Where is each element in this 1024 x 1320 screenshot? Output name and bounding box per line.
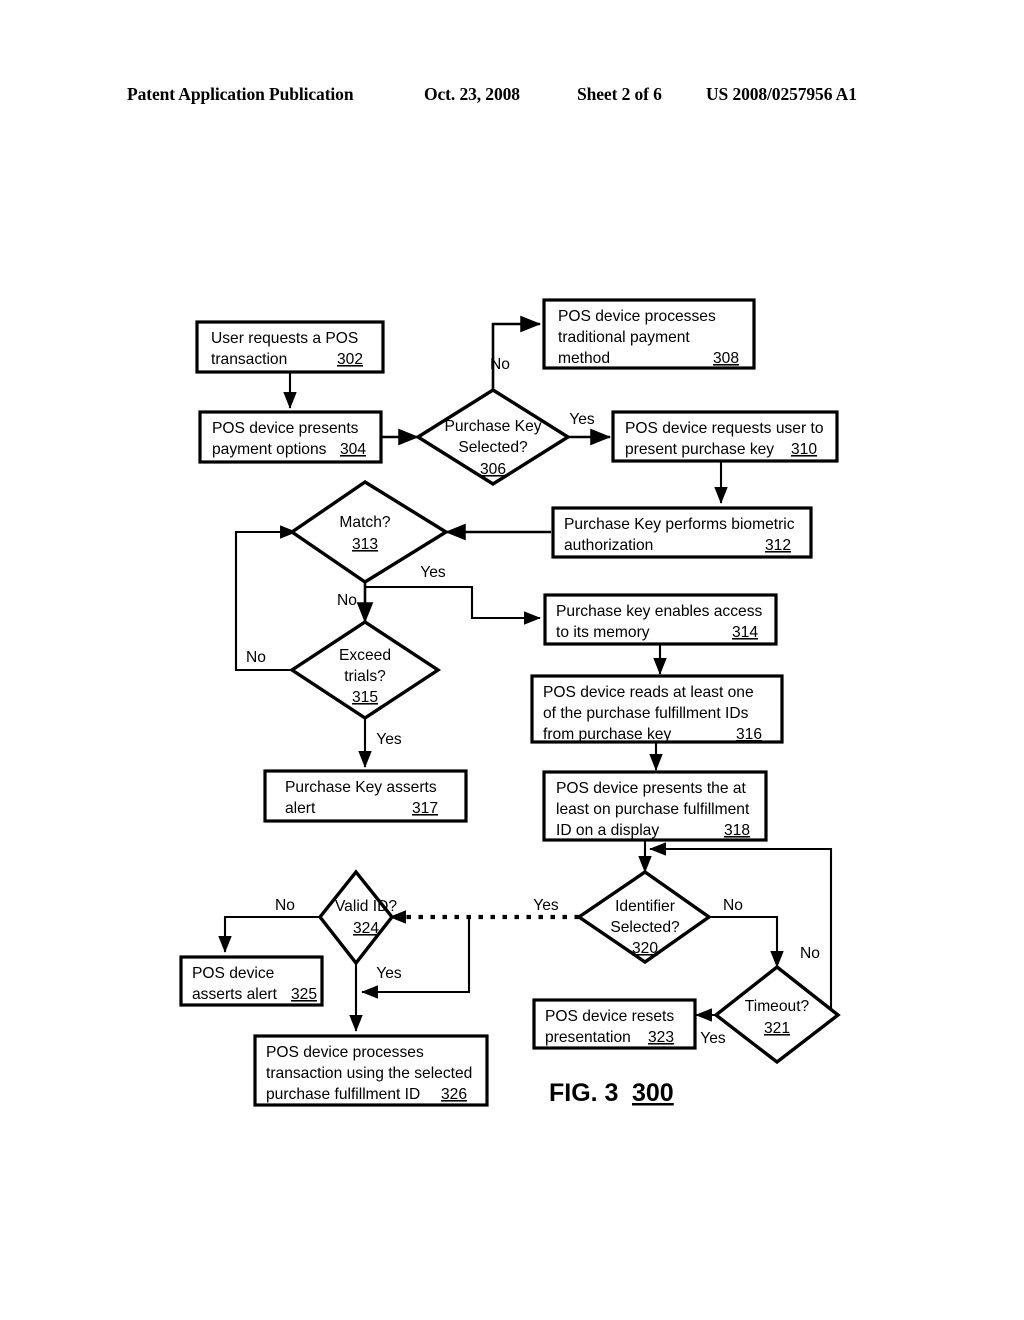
- node-323-line-2: presentation: [545, 1029, 631, 1046]
- node-325-line-1: POS device: [192, 965, 274, 982]
- edge-313-yes-to-314: [366, 585, 541, 625]
- node-315-exceed-trials: Exceed trials? 315: [288, 619, 442, 721]
- node-314-purchase-key-enables-memory-access: Purchase key enables access to its memor…: [543, 593, 778, 646]
- node-321-timeout: Timeout? 321: [713, 964, 841, 1065]
- node-313-ref: 313: [352, 536, 378, 553]
- node-308-line-1: POS device processes: [558, 308, 716, 325]
- figure-ref-number: 300: [632, 1079, 674, 1107]
- node-302-ref: 302: [337, 351, 363, 368]
- node-313-line-1: Match?: [339, 514, 390, 531]
- node-312-ref: 312: [765, 537, 791, 554]
- node-323-pos-device-resets-presentation: POS device resets presentation 323: [532, 998, 697, 1050]
- node-312-line-2: authorization: [564, 537, 653, 554]
- node-312-line-1: Purchase Key performs biometric: [564, 516, 795, 533]
- node-315-line-2: trials?: [344, 668, 386, 685]
- node-304-line-1: POS device presents: [212, 420, 359, 437]
- edge-315-no-to-313: [234, 525, 297, 672]
- node-317-purchase-key-asserts-alert: Purchase Key asserts alert 317: [263, 769, 468, 823]
- node-326-pos-device-processes-transaction: POS device processes transaction using t…: [253, 1034, 489, 1107]
- node-321-ref: 321: [764, 1020, 790, 1037]
- edge-label-320-yes: Yes: [533, 897, 559, 914]
- edge-label-313-no: No: [337, 592, 357, 609]
- node-323-ref: 323: [648, 1029, 674, 1046]
- edge-label-306-yes: Yes: [569, 411, 595, 428]
- edge-label-306-no: No: [490, 356, 510, 373]
- node-320-line-1: Identifier: [615, 898, 675, 915]
- node-317-line-1: Purchase Key asserts: [285, 779, 437, 796]
- edge-label-324-no: No: [275, 897, 295, 914]
- node-320-line-2: Selected?: [610, 919, 680, 936]
- node-323-line-1: POS device resets: [545, 1008, 674, 1025]
- node-314-ref: 314: [732, 624, 758, 641]
- edge-label-313-yes: Yes: [420, 564, 446, 581]
- node-302-user-requests-pos-transaction: User requests a POS transaction 302: [195, 320, 385, 374]
- edge-324-no-to-325: [218, 915, 320, 953]
- node-304-ref: 304: [340, 441, 366, 458]
- node-316-ref: 316: [736, 726, 762, 743]
- node-310-line-1: POS device requests user to: [625, 420, 824, 437]
- node-314-line-1: Purchase key enables access: [556, 603, 763, 620]
- edge-label-315-yes: Yes: [376, 731, 402, 748]
- node-306-line-1: Purchase Key: [444, 418, 541, 435]
- node-315-line-1: Exceed: [339, 647, 391, 664]
- node-321-line-1: Timeout?: [745, 998, 810, 1015]
- node-308-line-3: method: [558, 350, 610, 367]
- node-304-line-2: payment options: [212, 441, 327, 458]
- edge-label-324-yes: Yes: [376, 965, 402, 982]
- node-315-ref: 315: [352, 689, 378, 706]
- node-318-pos-device-presents-fulfillment-id: POS device presents the at least on purc…: [542, 770, 768, 842]
- node-308-line-2: traditional payment: [558, 329, 690, 346]
- node-325-line-2: asserts alert: [192, 986, 278, 1003]
- node-317-line-2: alert: [285, 800, 316, 817]
- node-308-ref: 308: [713, 350, 739, 367]
- node-306-line-2: Selected?: [458, 439, 528, 456]
- node-324-line-1: Valid ID?: [335, 898, 397, 915]
- edge-320-no-to-321: [709, 915, 784, 968]
- node-317-ref: 317: [412, 800, 438, 817]
- node-308-pos-device-processes-traditional-payment: POS device processes traditional payment…: [542, 298, 756, 370]
- node-306-purchase-key-selected: Purchase Key Selected? 306: [414, 387, 572, 487]
- node-320-ref: 320: [632, 940, 658, 957]
- node-324-valid-id: Valid ID? 324: [317, 869, 397, 966]
- node-306-ref: 306: [480, 461, 506, 478]
- edge-label-321-no: No: [800, 945, 820, 962]
- figure-caption-group: FIG. 3 300: [549, 1079, 674, 1107]
- node-326-line-3: purchase fulfillment ID: [266, 1086, 420, 1103]
- node-320-identifier-selected: Identifier Selected? 320: [575, 869, 712, 965]
- node-326-line-2: transaction using the selected: [266, 1065, 472, 1082]
- node-312-purchase-key-biometric-authorization: Purchase Key performs biometric authoriz…: [551, 506, 813, 559]
- node-304-pos-device-presents-payment-options: POS device presents payment options 304: [198, 410, 383, 464]
- node-326-line-1: POS device processes: [266, 1044, 424, 1061]
- node-302-line-2: transaction: [211, 351, 287, 368]
- node-318-ref: 318: [724, 822, 750, 839]
- figure-3-flowchart: User requests a POS transaction 302 POS …: [0, 0, 1024, 1320]
- node-318-line-2: least on purchase fulfillment: [556, 801, 750, 818]
- edge-label-315-no: No: [246, 649, 266, 666]
- node-318-line-3: ID on a display: [556, 822, 659, 839]
- figure-caption: FIG. 3: [549, 1079, 618, 1107]
- node-316-line-2: of the purchase fulfillment IDs: [543, 705, 749, 722]
- node-316-line-1: POS device reads at least one: [543, 684, 754, 701]
- node-318-line-1: POS device presents the at: [556, 780, 746, 797]
- edge-label-320-no: No: [723, 897, 743, 914]
- node-325-ref: 325: [291, 986, 317, 1003]
- patent-page: Patent Application Publication Oct. 23, …: [0, 0, 1024, 1320]
- node-326-ref: 326: [441, 1086, 467, 1103]
- node-310-pos-device-requests-purchase-key: POS device requests user to present purc…: [611, 410, 839, 463]
- node-314-line-2: to its memory: [556, 624, 650, 641]
- node-310-ref: 310: [791, 441, 817, 458]
- node-310-line-2: present purchase key: [625, 441, 774, 458]
- edge-label-321-yes: Yes: [700, 1030, 726, 1047]
- node-302-line-1: User requests a POS: [211, 330, 358, 347]
- node-316-pos-device-reads-fulfillment-ids: POS device reads at least one of the pur…: [530, 674, 784, 744]
- node-316-line-3: from purchase key: [543, 726, 671, 743]
- node-324-ref: 324: [353, 920, 379, 937]
- node-325-pos-device-asserts-alert: POS device asserts alert 325: [179, 955, 324, 1007]
